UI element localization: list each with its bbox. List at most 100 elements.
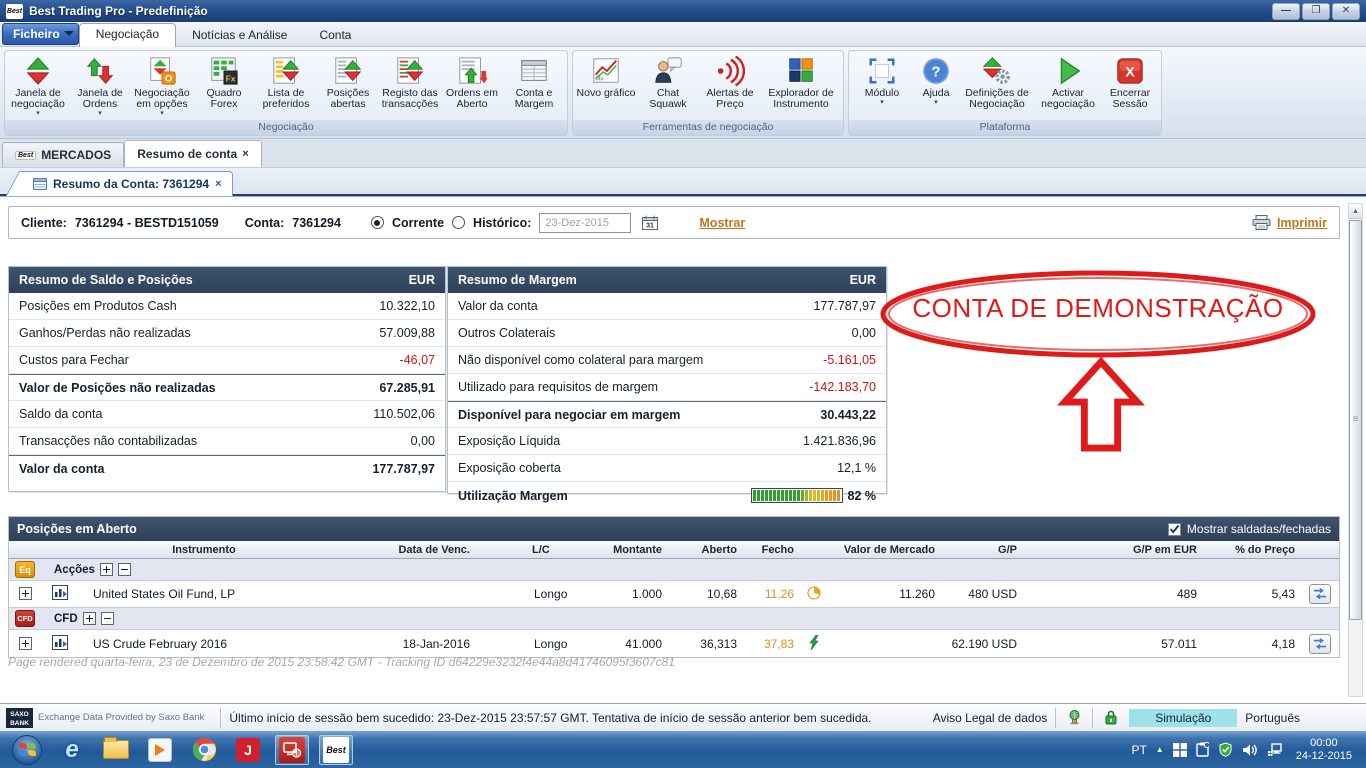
tray-clipboard-icon[interactable] [1196, 742, 1209, 757]
btn-encerrar-sessao[interactable]: X Encerrar Sessão [1101, 52, 1159, 120]
tab-resumo-conta[interactable]: Resumo de conta × [124, 140, 262, 167]
radio-historico[interactable] [452, 216, 466, 229]
tray-action-center-icon[interactable] [1218, 742, 1233, 757]
scrollbar-thumb[interactable] [1349, 220, 1362, 620]
imprimir-link[interactable]: Imprimir [1277, 216, 1327, 230]
check-icon [1169, 524, 1180, 534]
mostrar-link[interactable]: Mostrar [699, 216, 745, 230]
subtab-resumo-conta[interactable]: Resumo da Conta: 7361294 × [22, 171, 233, 196]
page-rendered-note: Page rendered quarta-feira, 23 de Dezemb… [8, 655, 675, 669]
trade-action-button[interactable] [1309, 633, 1331, 654]
instrument-info-icon[interactable] [52, 634, 68, 650]
col-aberto[interactable]: Aberto [664, 544, 739, 556]
tab-mercados[interactable]: Best MERCADOS [2, 142, 125, 167]
margin-summary-panel: Resumo de Margem EUR Valor da conta 177.7… [447, 266, 887, 503]
maturity-cell: 18-Jan-2016 [402, 636, 470, 651]
btn-alertas-preco[interactable]: Alertas de Preço [699, 52, 761, 120]
calendar-button[interactable]: 31 [639, 213, 661, 233]
close-tab-icon[interactable]: × [242, 148, 248, 160]
row-value: 0,00 [410, 434, 435, 448]
secure-lock-icon[interactable] [1101, 710, 1121, 725]
taskbar-ie-icon[interactable]: e [55, 735, 89, 765]
connection-status-icon[interactable] [1064, 710, 1084, 725]
btn-novo-grafico[interactable]: Novo gráfico [575, 52, 637, 120]
close-subtab-icon[interactable]: × [215, 178, 221, 190]
tab-conta[interactable]: Conta [303, 25, 367, 46]
taskbar-chrome-icon[interactable] [187, 735, 221, 765]
forex-board-icon: Fx [209, 54, 239, 88]
tab-noticias[interactable]: Notícias e Análise [176, 25, 303, 46]
instrument-name[interactable]: United States Oil Fund, LP [79, 587, 329, 601]
tray-language[interactable]: PT [1131, 743, 1146, 757]
close-button[interactable]: ✕ [1332, 2, 1360, 20]
col-instrumento[interactable]: Instrumento [79, 544, 329, 556]
taskbar-media-player-icon[interactable] [143, 735, 177, 765]
taskbar-j-app-icon[interactable]: J [231, 735, 265, 765]
btn-negociacao-opcoes[interactable]: O Negociação em opções ▾ [131, 52, 193, 120]
col-pct-preco[interactable]: % do Preço [1199, 544, 1297, 556]
col-lc[interactable]: L/C [472, 544, 577, 556]
collapse-all-icon[interactable] [100, 612, 114, 625]
expand-row-icon[interactable] [18, 587, 32, 600]
btn-posicoes-abertas[interactable]: Posições abertas [317, 52, 379, 120]
instrument-info-icon[interactable] [52, 585, 68, 600]
expand-all-icon[interactable] [82, 612, 96, 625]
btn-definicoes-negociacao[interactable]: Definições de Negociação [959, 52, 1035, 120]
live-price-lightning-icon [808, 634, 819, 650]
col-valor-mercado[interactable]: Valor de Mercado [831, 544, 937, 556]
tab-negociacao[interactable]: Negociação [78, 23, 177, 47]
tray-volume-icon[interactable] [1242, 743, 1258, 757]
window-title: Best Trading Pro - Predefinição [29, 4, 208, 18]
position-row[interactable]: United States Oil Fund, LP Longo 1.000 1… [9, 581, 1339, 608]
expand-row-icon[interactable] [18, 636, 32, 650]
btn-conta-margem[interactable]: Conta e Margem [503, 52, 565, 120]
date-input[interactable]: 23-Dez-2015 [539, 212, 632, 233]
collapse-all-icon[interactable] [117, 563, 131, 576]
tray-clock[interactable]: 00:00 24-12-2015 [1296, 737, 1352, 763]
btn-janela-ordens[interactable]: Janela de Ordens ▾ [69, 52, 131, 120]
radio-corrente[interactable] [370, 216, 384, 229]
btn-janela-negociacao[interactable]: Janela de negociação ▾ [7, 52, 69, 120]
taskbar-best-app-icon[interactable]: Best [319, 734, 353, 765]
app-icon: Best [6, 3, 23, 19]
btn-modulo[interactable]: Módulo ▾ [851, 52, 913, 120]
col-gp-eur[interactable]: G/P em EUR [1019, 544, 1199, 556]
start-button[interactable] [12, 734, 42, 765]
btn-ordens-aberto[interactable]: Ordens em Aberto [441, 52, 503, 120]
instrument-name[interactable]: US Crude February 2016 [79, 637, 329, 651]
vertical-scrollbar[interactable]: ▲ [1348, 203, 1363, 697]
new-chart-icon [591, 54, 621, 88]
row-label: Utilizado para requisitos de margem [458, 380, 659, 394]
col-data-venc[interactable]: Data de Venc. [329, 544, 472, 556]
panel-title: Resumo de Margem [458, 273, 577, 287]
show-closed-checkbox[interactable] [1167, 522, 1181, 536]
tray-hidden-icons-arrow[interactable]: ▲ [1156, 745, 1164, 754]
col-fecho[interactable]: Fecho [739, 544, 796, 556]
btn-activar-negociacao[interactable]: Activar negociação [1035, 52, 1101, 120]
expand-all-icon[interactable] [99, 563, 113, 576]
gp-eur-cell: 489 [1176, 587, 1197, 601]
taskbar-explorer-icon[interactable] [99, 735, 133, 765]
taskbar-trading-app-icon[interactable] [275, 734, 309, 765]
scroll-up-icon[interactable]: ▲ [1349, 204, 1362, 219]
status-bar: SAXO BANK Exchange Data Provided by Saxo… [0, 703, 1366, 731]
tab-ficheiro[interactable]: Ficheiro [2, 23, 79, 45]
minimize-button[interactable]: — [1272, 2, 1300, 20]
trade-action-button[interactable] [1309, 584, 1331, 604]
col-gp[interactable]: G/P [937, 544, 1019, 556]
position-row[interactable]: US Crude February 2016 18-Jan-2016 Longo… [9, 630, 1339, 657]
language-selector[interactable]: Português [1245, 711, 1300, 725]
legal-notice-link[interactable]: Aviso Legal de dados [933, 711, 1048, 725]
restore-button[interactable]: ❐ [1302, 2, 1330, 20]
panel-header: Resumo de Margem EUR [448, 267, 886, 293]
tray-windows-icon[interactable] [1172, 742, 1187, 757]
tray-network-icon[interactable] [1267, 742, 1283, 757]
btn-registo-transaccoes[interactable]: Registo das transacções [379, 52, 441, 120]
col-montante[interactable]: Montante [577, 544, 664, 556]
btn-ajuda[interactable]: ? Ajuda ▾ [913, 52, 959, 120]
cfd-badge: CFD [15, 610, 35, 627]
btn-explorador-instrumento[interactable]: Explorador de Instrumento [761, 52, 841, 120]
btn-quadro-forex[interactable]: Fx Quadro Forex [193, 52, 255, 120]
btn-chat-squawk[interactable]: Chat Squawk [637, 52, 699, 120]
btn-lista-preferidos[interactable]: Lista de preferidos [255, 52, 317, 120]
